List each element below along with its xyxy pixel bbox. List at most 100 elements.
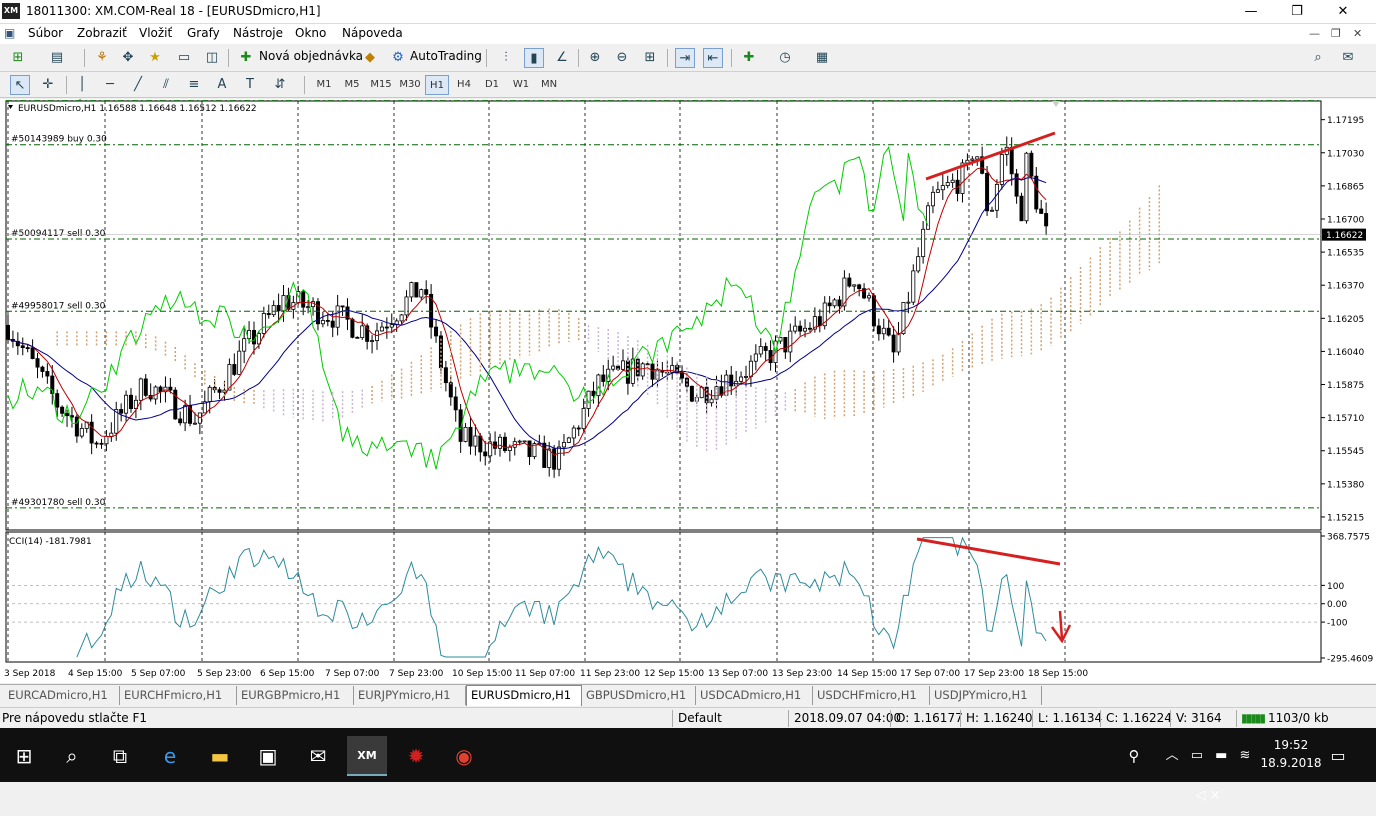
chrome-icon[interactable]: ◉ [444, 736, 484, 776]
mdi-child-icon[interactable]: ▣ [4, 26, 15, 40]
tab-gbpusd[interactable]: GBPUSDmicro,H1 [582, 686, 696, 705]
candle-body [483, 451, 488, 457]
people-icon[interactable]: ⚲ [1114, 736, 1154, 776]
candle-body [35, 358, 40, 368]
clock-date[interactable]: 18.9.2018 [1260, 756, 1322, 770]
timeframe-m15[interactable]: M15 [367, 75, 395, 95]
store-icon[interactable]: ▣ [248, 736, 288, 776]
mail-icon[interactable]: ✉ [298, 736, 338, 776]
file-explorer-icon[interactable]: ▬ [200, 736, 240, 776]
minimize-button[interactable]: — [1228, 0, 1274, 24]
timeframe-mn[interactable]: MN [536, 75, 562, 95]
new-order-button[interactable]: Nová objednávka [259, 49, 363, 63]
bar-chart-icon[interactable]: ⫶ [496, 48, 516, 68]
candle-body [404, 296, 409, 316]
chat-icon[interactable]: ✉ [1338, 48, 1358, 68]
indicators-icon[interactable]: ✚ [739, 48, 759, 68]
text-label-icon[interactable]: T [240, 75, 260, 95]
tab-eurgbp[interactable]: EURGBPmicro,H1 [237, 686, 354, 705]
fibonacci-icon[interactable]: ≡ [184, 75, 204, 95]
profiles-icon[interactable]: ▤ [47, 48, 67, 68]
menu-item-help[interactable]: Nápoveda [342, 26, 403, 40]
xm-taskbar-icon[interactable]: XM [347, 736, 387, 776]
mdi-restore-button[interactable]: ❐ [1331, 27, 1341, 40]
zoom-out-icon[interactable]: ⊖ [612, 48, 632, 68]
candle-body [561, 442, 566, 448]
timeframe-m5[interactable]: M5 [339, 75, 365, 95]
search-icon[interactable]: ⌕ [52, 736, 92, 776]
maximize-button[interactable]: ❐ [1274, 0, 1320, 24]
cci-tick-label: -295.4609 [1327, 655, 1373, 665]
mdi-close-button[interactable]: ✕ [1353, 27, 1362, 40]
tab-eurcad[interactable]: EURCADmicro,H1 [4, 686, 120, 705]
templates-icon[interactable]: ▦ [812, 48, 832, 68]
timeframe-m30[interactable]: M30 [396, 75, 424, 95]
data-window-icon[interactable]: ✥ [118, 48, 138, 68]
menu-item-charts[interactable]: Grafy [187, 26, 220, 40]
menu-item-insert[interactable]: Vložiť [139, 26, 172, 40]
search-icon[interactable]: ⌕ [1308, 48, 1328, 68]
chart-window[interactable]: #48417734 buy 0.14 #50143989 buy 0.30 #500… [0, 91, 1376, 683]
tab-eurchf[interactable]: EURCHFmicro,H1 [120, 686, 237, 705]
cursor-icon[interactable]: ↖ [10, 75, 30, 95]
text-icon[interactable]: A [212, 75, 232, 95]
tab-usdjpy[interactable]: USDJPYmicro,H1 [930, 686, 1042, 705]
candle-body [153, 386, 158, 400]
clock-time[interactable]: 19:52 [1266, 738, 1316, 752]
menu-item-view[interactable]: Zobraziť [77, 26, 127, 40]
edge-browser-icon[interactable]: e [150, 736, 190, 776]
autotrading-button[interactable]: AutoTrading [410, 49, 482, 63]
horizontal-line-icon[interactable]: ─ [100, 75, 120, 95]
antivirus-icon[interactable]: ✹ [396, 736, 436, 776]
windows-start-icon[interactable]: ⊞ [4, 736, 44, 776]
chart-shift-icon[interactable]: ⇤ [703, 48, 723, 68]
vertical-line-icon[interactable]: │ [72, 75, 92, 95]
navigator-icon[interactable]: ★ [145, 48, 165, 68]
autotrading-icon[interactable]: ⚙ [388, 48, 408, 68]
autoscroll-icon[interactable]: ⇥ [675, 48, 695, 68]
notifications-icon[interactable]: ▭ [1318, 736, 1358, 776]
time-axis-label: 11 Sep 07:00 [515, 669, 575, 679]
new-chart-icon[interactable]: ⊞ [8, 48, 28, 68]
tab-eurusd[interactable]: EURUSDmicro,H1 [466, 685, 582, 706]
trendline-icon[interactable]: ╱ [128, 75, 148, 95]
mdi-minimize-button[interactable]: — [1309, 27, 1320, 40]
strategy-tester-icon[interactable]: ◫ [202, 48, 222, 68]
market-watch-icon[interactable]: ⚘ [92, 48, 112, 68]
price-tick-label: 1.16040 [1327, 348, 1364, 358]
metaeditor-icon[interactable]: ◆ [360, 48, 380, 68]
chart-tabs: EURCADmicro,H1 EURCHFmicro,H1 EURGBPmicr… [0, 684, 1376, 706]
candle-body [109, 432, 114, 437]
tab-usdchf[interactable]: USDCHFmicro,H1 [813, 686, 930, 705]
tile-windows-icon[interactable]: ⊞ [640, 48, 660, 68]
line-chart-icon[interactable]: ∠ [552, 48, 572, 68]
system-tray-icons[interactable]: ︿ ▭ ▬ ≋ ◁× [1150, 736, 1270, 803]
timeframe-h1[interactable]: H1 [425, 75, 449, 95]
new-order-icon[interactable]: ✚ [236, 48, 256, 68]
menu-item-file[interactable]: Súbor [28, 26, 63, 40]
timeframe-d1[interactable]: D1 [480, 75, 504, 95]
tab-eurjpy[interactable]: EURJPYmicro,H1 [354, 686, 466, 705]
candle-body [542, 442, 547, 468]
arrows-icon[interactable]: ⇵ [270, 75, 290, 95]
tab-usdcad[interactable]: USDCADmicro,H1 [696, 686, 813, 705]
candle-body [355, 336, 360, 339]
timeframe-w1[interactable]: W1 [508, 75, 534, 95]
periods-icon[interactable]: ◷ [775, 48, 795, 68]
time-axis-label: 5 Sep 07:00 [131, 669, 186, 679]
equidistant-channel-icon[interactable]: ⫽ [156, 75, 176, 95]
menu-item-tools[interactable]: Nástroje [233, 26, 283, 40]
menu-item-window[interactable]: Okno [295, 26, 326, 40]
timeframe-m1[interactable]: M1 [311, 75, 337, 95]
crosshair-icon[interactable]: ✛ [38, 75, 58, 95]
status-datetime: 2018.09.07 04:00 [794, 711, 902, 725]
candlestick-icon[interactable]: ▮ [524, 48, 544, 68]
time-axis-label: 4 Sep 15:00 [68, 669, 123, 679]
price-tick-label: 1.16370 [1327, 282, 1364, 292]
zoom-in-icon[interactable]: ⊕ [585, 48, 605, 68]
price-chart-svg[interactable]: #48417734 buy 0.14 #50143989 buy 0.30 #500… [0, 91, 1376, 683]
terminal-icon[interactable]: ▭ [174, 48, 194, 68]
timeframe-h4[interactable]: H4 [452, 75, 476, 95]
close-button[interactable]: ✕ [1320, 0, 1366, 24]
task-view-icon[interactable]: ⧉ [100, 736, 140, 776]
